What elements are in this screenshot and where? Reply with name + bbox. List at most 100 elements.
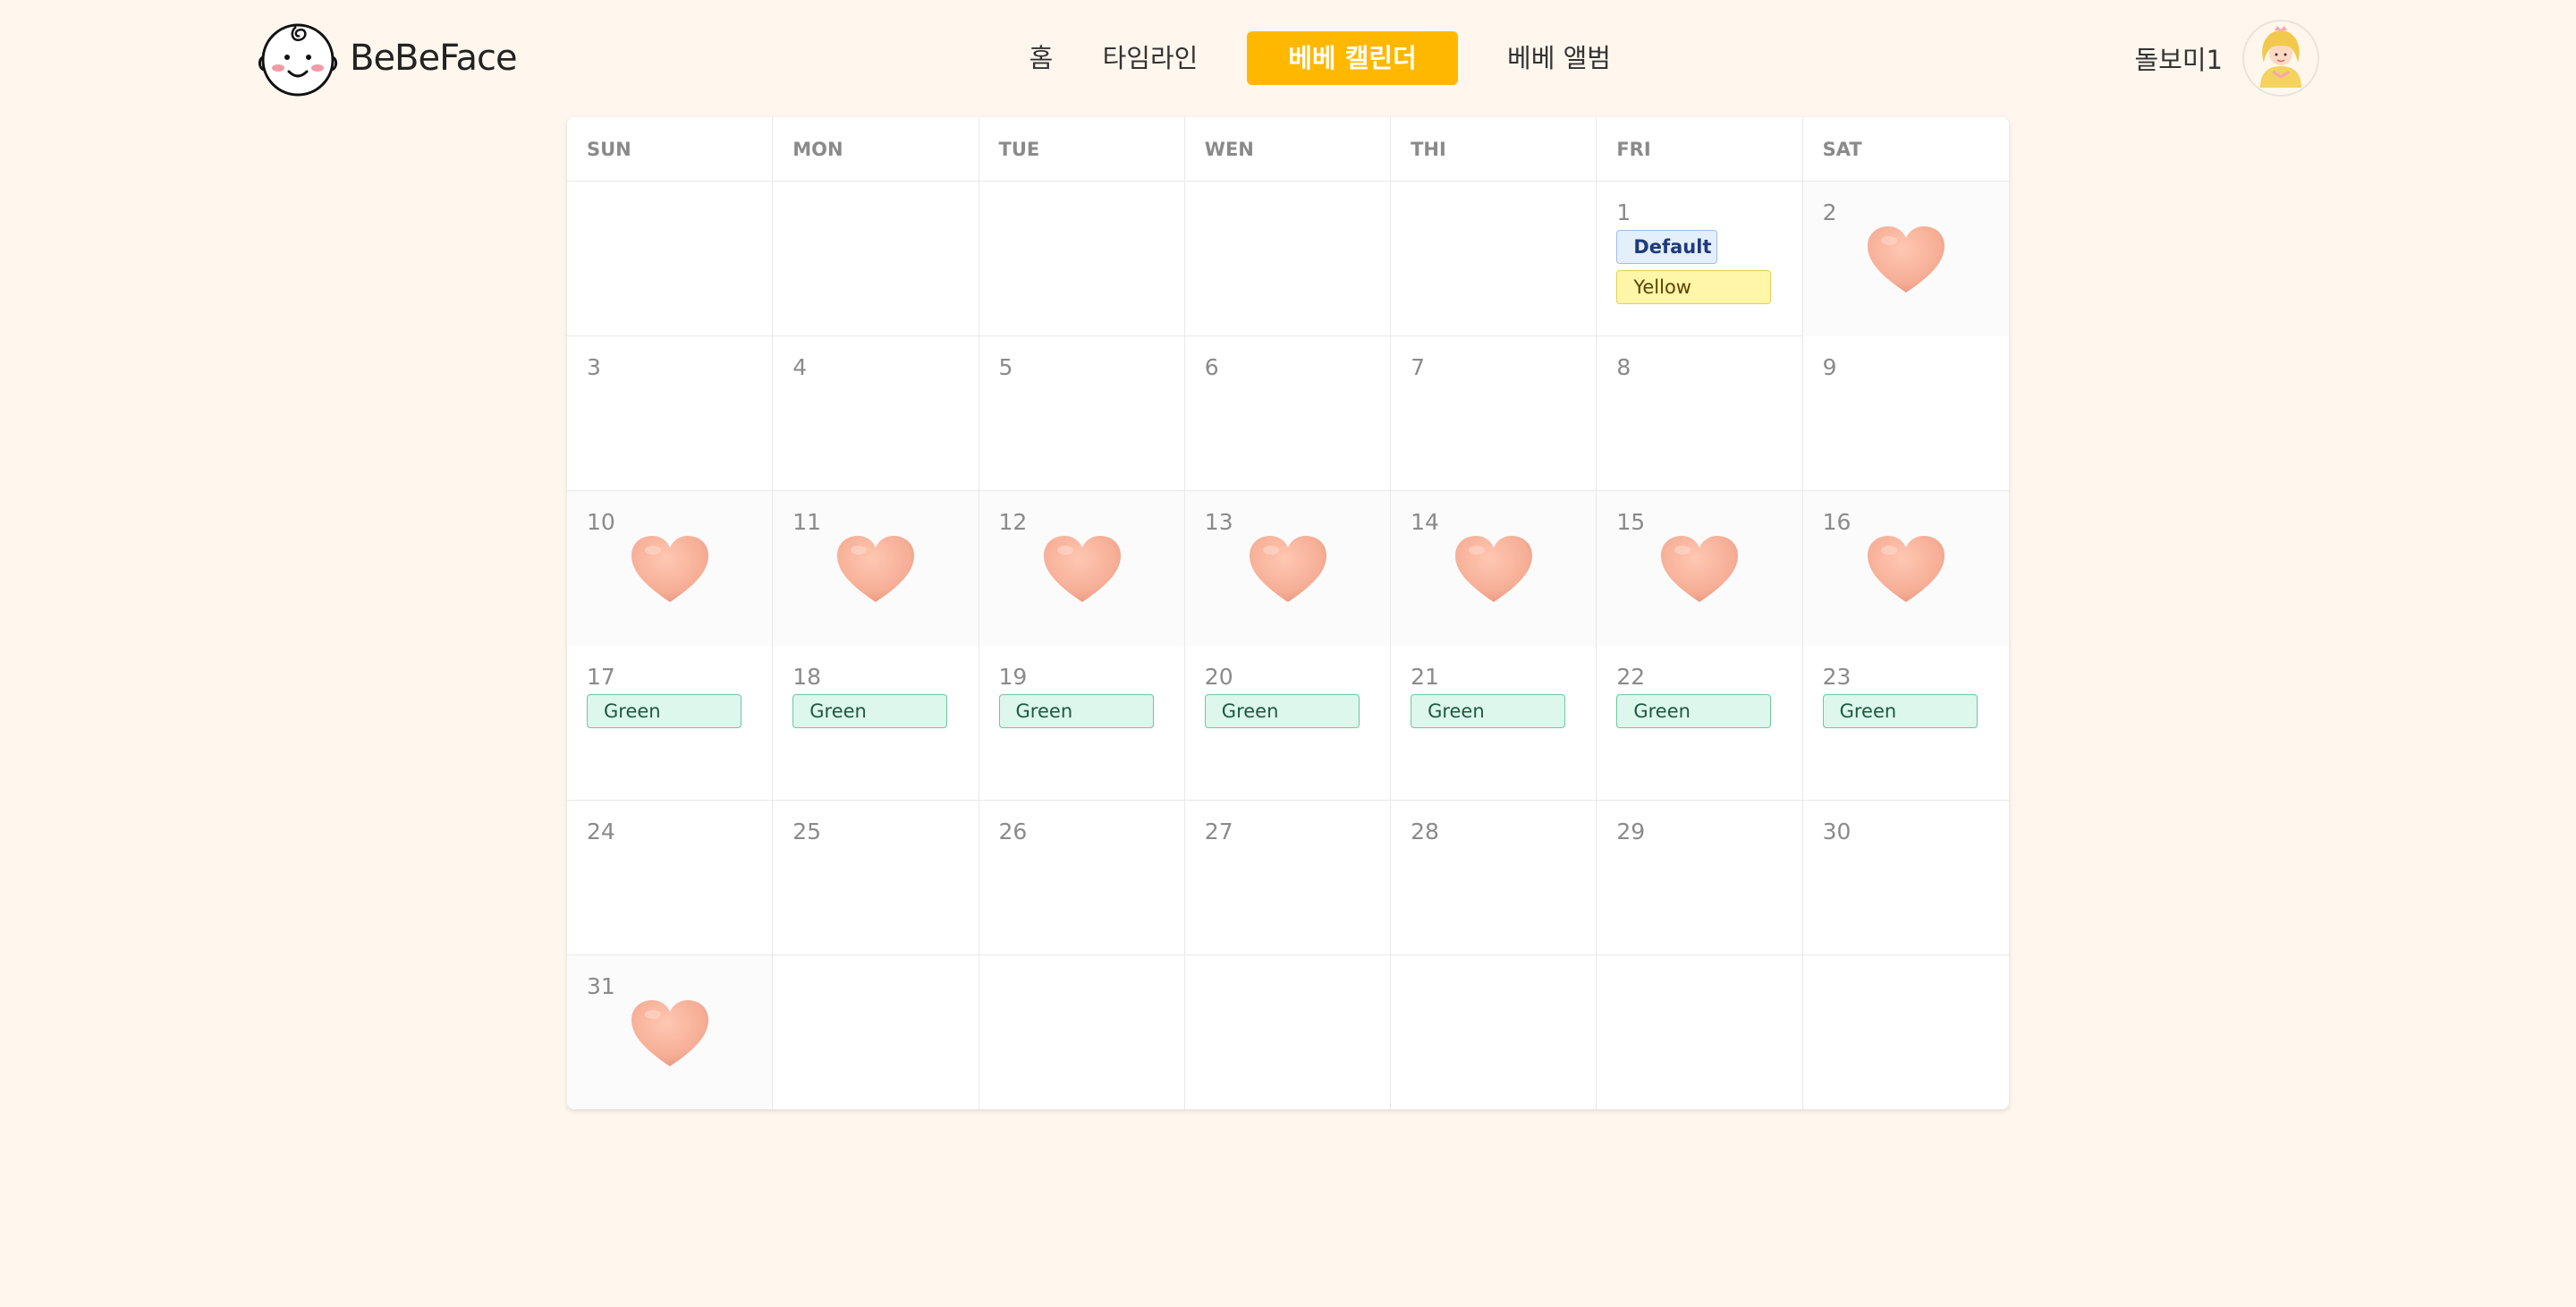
day-number: 19	[998, 664, 1028, 690]
day-number: 23	[1822, 664, 1852, 690]
nav-home[interactable]: 홈	[1018, 31, 1064, 85]
weekday-header: WEN	[1185, 117, 1392, 182]
app-header: BeBeFace 홈 타임라인 베베 캘린더 베베 앨범 돌보미1	[0, 0, 2576, 116]
calendar-day-cell[interactable]: 11	[773, 491, 979, 646]
calendar-day-cell[interactable]: 3	[567, 336, 774, 491]
calendar-day-cell[interactable]: 29	[1597, 801, 1803, 955]
day-number: 3	[587, 354, 601, 380]
calendar-empty-cell	[567, 182, 774, 336]
heart-icon[interactable]	[1040, 532, 1124, 606]
day-number: 17	[587, 664, 615, 690]
calendar-day-cell[interactable]: 22 Green	[1597, 646, 1803, 801]
heart-icon[interactable]	[1657, 532, 1741, 606]
day-number: 22	[1616, 664, 1646, 690]
day-number: 9	[1822, 354, 1837, 380]
calendar-day-cell[interactable]: 30	[1803, 801, 2009, 955]
calendar-week-row: 31	[567, 955, 2009, 1109]
princess-avatar-icon	[2260, 26, 2301, 88]
day-number: 4	[792, 354, 808, 380]
month-calendar: SUN MON TUE WEN THI FRI SAT 1 Default Yellow 2 3 4 5…	[567, 117, 2009, 1109]
nav-calendar-active[interactable]: 베베 캘린더	[1247, 31, 1458, 85]
calendar-day-cell[interactable]: 12	[979, 491, 1185, 646]
calendar-day-cell[interactable]: 6	[1185, 336, 1392, 491]
day-number: 20	[1204, 664, 1233, 690]
calendar-week-row: 3 4 5 6 7 8 9	[567, 336, 2009, 491]
calendar-day-cell[interactable]: 31	[567, 955, 774, 1109]
calendar-day-cell[interactable]: 18 Green	[773, 646, 979, 801]
day-number: 25	[792, 819, 822, 844]
event-badge-green[interactable]: Green	[1204, 694, 1360, 728]
calendar-empty-cell	[773, 955, 979, 1109]
nav-timeline[interactable]: 타임라인	[1095, 31, 1206, 85]
calendar-day-cell[interactable]: 16	[1802, 491, 2009, 646]
calendar-day-cell[interactable]: 5	[979, 336, 1185, 491]
weekday-header: SUN	[567, 117, 774, 182]
event-badge-green[interactable]: Green	[1411, 694, 1566, 728]
day-number: 21	[1411, 664, 1439, 690]
heart-icon[interactable]	[1864, 532, 1948, 606]
calendar-day-cell[interactable]: 7	[1391, 336, 1597, 491]
calendar-week-row: 1 Default Yellow 2	[567, 182, 2009, 336]
calendar-empty-cell	[1803, 955, 2009, 1109]
avatar[interactable]	[2242, 20, 2319, 97]
calendar-empty-cell	[1391, 182, 1597, 336]
heart-icon[interactable]	[628, 997, 712, 1070]
day-number: 26	[998, 819, 1028, 844]
calendar-empty-cell	[773, 182, 979, 336]
calendar-day-cell[interactable]: 2	[1802, 182, 2009, 336]
calendar-day-cell[interactable]: 25	[773, 801, 979, 955]
calendar-empty-cell	[979, 955, 1185, 1109]
calendar-day-cell[interactable]: 19 Green	[979, 646, 1185, 801]
heart-icon[interactable]	[1246, 532, 1330, 606]
event-badge-default[interactable]: Default	[1616, 230, 1718, 264]
calendar-day-cell[interactable]: 27	[1185, 801, 1392, 955]
day-number: 6	[1204, 354, 1219, 380]
event-badge-yellow[interactable]: Yellow	[1616, 270, 1772, 304]
event-badge-green[interactable]: Green	[1616, 694, 1772, 728]
day-number: 1	[1616, 199, 1631, 225]
weekday-header: SAT	[1822, 139, 1862, 160]
calendar-day-cell[interactable]: 17 Green	[567, 646, 774, 801]
calendar-day-cell[interactable]: 1 Default Yellow	[1597, 182, 1803, 336]
calendar-week-row: 17 Green 18 Green 19 Green 20 Green 21 Green 22 Gre…	[567, 646, 2009, 801]
calendar-day-cell[interactable]: 28	[1391, 801, 1597, 955]
event-badge-green[interactable]: Green	[1822, 694, 1978, 728]
calendar-day-cell[interactable]: 20 Green	[1185, 646, 1392, 801]
day-number: 5	[998, 354, 1013, 380]
calendar-day-cell[interactable]: 15	[1597, 491, 1803, 646]
day-number: 7	[1411, 354, 1425, 380]
calendar-day-cell[interactable]: 13	[1184, 491, 1392, 646]
day-number: 27	[1204, 819, 1233, 844]
calendar-day-cell[interactable]: 24	[567, 801, 774, 955]
user-menu[interactable]: 돌보미1	[2135, 20, 2319, 97]
calendar-empty-cell	[979, 182, 1185, 336]
calendar-day-cell[interactable]: 21 Green	[1391, 646, 1597, 801]
calendar-empty-cell	[1597, 955, 1803, 1109]
day-number: 18	[792, 664, 822, 690]
calendar-day-cell[interactable]: 14	[1391, 491, 1597, 646]
calendar-empty-cell	[1391, 955, 1597, 1109]
user-name[interactable]: 돌보미1	[2135, 39, 2224, 77]
nav-album[interactable]: 베베 앨범	[1501, 31, 1617, 85]
event-badge-green[interactable]: Green	[998, 694, 1154, 728]
calendar-day-cell[interactable]: 8	[1597, 336, 1803, 491]
calendar-day-cell[interactable]: 23 Green	[1803, 646, 2009, 801]
calendar-day-cell[interactable]: 9	[1803, 336, 2009, 491]
day-number: 30	[1822, 819, 1852, 844]
day-number: 29	[1616, 819, 1646, 844]
event-badge-green[interactable]: Green	[587, 694, 741, 728]
heart-icon[interactable]	[1864, 223, 1948, 296]
heart-icon[interactable]	[1452, 532, 1536, 606]
event-badge-green[interactable]: Green	[792, 694, 948, 728]
calendar-day-cell[interactable]: 4	[773, 336, 979, 491]
heart-icon[interactable]	[628, 532, 712, 606]
calendar-empty-cell	[1185, 955, 1392, 1109]
day-number: 28	[1411, 819, 1439, 844]
weekday-header: TUE	[979, 117, 1185, 182]
calendar-empty-cell	[1185, 182, 1392, 336]
calendar-day-cell[interactable]: 10	[567, 491, 774, 646]
calendar-grid: 1 Default Yellow 2 3 4 5 6 7 8 9 10 11 12 13 14 15 16 17 Gr…	[567, 182, 2009, 1109]
weekday-header-row: SUN MON TUE WEN THI FRI SAT	[567, 117, 2009, 182]
heart-icon[interactable]	[834, 532, 918, 606]
calendar-day-cell[interactable]: 26	[979, 801, 1185, 955]
